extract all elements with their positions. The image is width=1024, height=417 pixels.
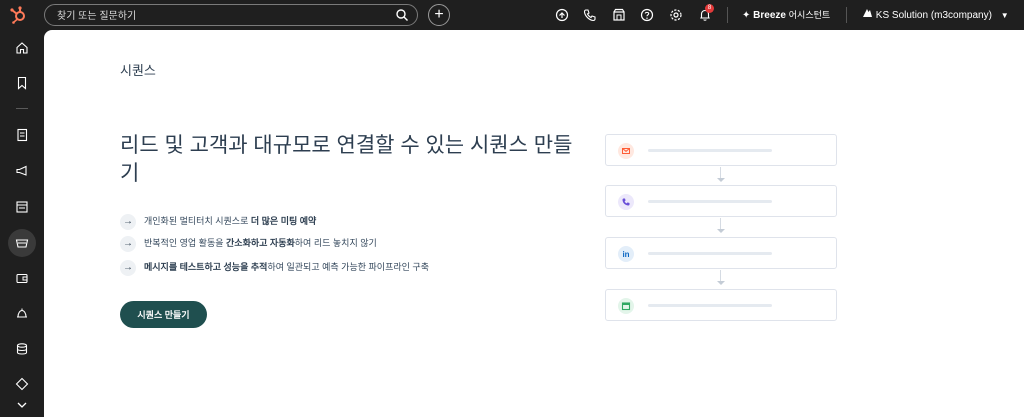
bookmark-icon[interactable]: [10, 71, 34, 95]
email-icon: [618, 143, 634, 159]
account-name: KS Solution (m3company): [875, 10, 992, 21]
data-management-database-icon[interactable]: [10, 337, 34, 361]
expand-sidebar-chevron-down-icon[interactable]: [10, 393, 34, 417]
commerce-wallet-icon[interactable]: [10, 266, 34, 290]
upgrade-icon[interactable]: [555, 8, 569, 22]
connector-arrow: [717, 281, 725, 285]
create-new-button[interactable]: +: [428, 4, 450, 26]
home-icon[interactable]: [10, 36, 34, 60]
benefit-item: → 반복적인 영업 활동을 간소화하고 자동화하여 리드 놓치지 않기: [120, 234, 377, 252]
linkedin-icon: in: [618, 246, 634, 262]
account-logo-icon: [862, 9, 876, 21]
hubspot-logo-icon[interactable]: [8, 5, 28, 25]
main-content: 시퀀스 리드 및 고객과 대규모로 연결할 수 있는 시퀀스 만들기 → 개인화된…: [44, 30, 1024, 417]
benefit-item: → 메시지를 테스트하고 성능을 추적하여 일관되고 예측 가능한 파이프라인 구…: [120, 258, 429, 276]
topbar-divider: [727, 7, 728, 23]
sequence-step-call: [605, 185, 837, 217]
search-icon[interactable]: [395, 8, 409, 22]
placeholder-line: [648, 304, 772, 307]
service-bell-icon[interactable]: [10, 301, 34, 325]
breeze-sub-label: 어시스턴트: [788, 10, 831, 20]
placeholder-line: [648, 252, 772, 255]
task-calendar-icon: [618, 298, 634, 314]
notification-count-badge: 8: [705, 4, 714, 13]
create-sequence-button[interactable]: 시퀀스 만들기: [120, 301, 207, 328]
sequence-step-linkedin: in: [605, 237, 837, 269]
svg-text:in: in: [622, 250, 629, 259]
sparkle-icon: ✦: [742, 10, 751, 21]
sequence-step-task: [605, 289, 837, 321]
connector-arrow: [717, 178, 725, 182]
content-icon[interactable]: [10, 195, 34, 219]
arrow-right-icon: →: [120, 259, 136, 276]
sequence-step-email: [605, 134, 837, 166]
breeze-label: Breeze: [753, 10, 786, 21]
marketplace-icon[interactable]: [612, 8, 626, 22]
settings-gear-icon[interactable]: [669, 8, 683, 22]
help-icon[interactable]: [640, 8, 654, 22]
topbar-divider: [846, 7, 847, 23]
left-navigation-sidebar: [0, 30, 44, 417]
connector-arrow: [717, 229, 725, 233]
arrow-right-icon: →: [120, 213, 136, 230]
marketing-megaphone-icon[interactable]: [10, 159, 34, 183]
search-input[interactable]: [55, 7, 389, 25]
phone-icon: [618, 194, 634, 210]
contacts-icon[interactable]: [10, 123, 34, 147]
benefit-item: → 개인화된 멀티터치 시퀀스로 더 많은 미팅 예약: [120, 212, 316, 230]
breeze-assistant-button[interactable]: ✦ Breeze 어시스턴트: [742, 8, 830, 22]
chevron-down-icon: ▼: [1000, 11, 1009, 20]
sales-basket-icon[interactable]: [8, 229, 36, 257]
placeholder-line: [648, 200, 772, 203]
arrow-right-icon: →: [120, 235, 136, 252]
phone-icon[interactable]: [583, 8, 597, 22]
page-title: 시퀀스: [120, 63, 156, 78]
top-navigation-bar: + 8 ✦ Breeze 어시스턴트 KS Solution (m3compan…: [0, 0, 1024, 30]
headline: 리드 및 고객과 대규모로 연결할 수 있는 시퀀스 만들기: [120, 134, 573, 185]
account-menu[interactable]: KS Solution (m3company) ▼: [862, 8, 1009, 22]
global-search[interactable]: [44, 4, 418, 26]
sidebar-divider: [16, 108, 28, 109]
placeholder-line: [648, 149, 772, 152]
